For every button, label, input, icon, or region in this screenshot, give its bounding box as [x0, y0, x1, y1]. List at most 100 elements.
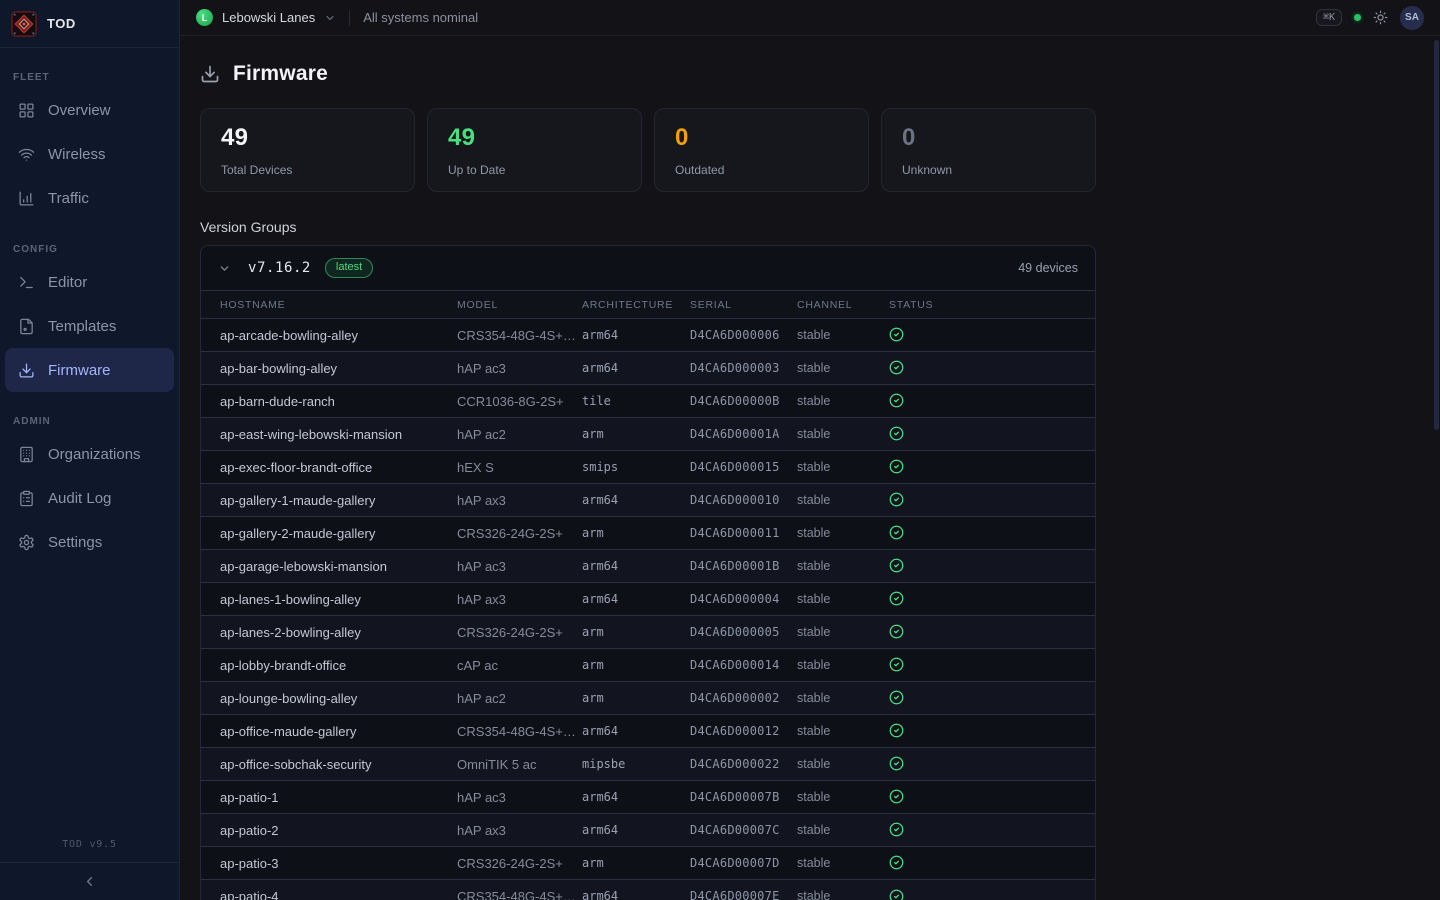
table-row[interactable]: ap-patio-3CRS326-24G-2S+armD4CA6D00007Ds… — [201, 847, 1095, 880]
table-row[interactable]: ap-lobby-brandt-officecAP acarmD4CA6D000… — [201, 649, 1095, 682]
topbar-divider — [349, 10, 350, 26]
cell-serial: D4CA6D000012 — [690, 715, 797, 748]
sidebar-item-templates[interactable]: Templates — [5, 304, 174, 348]
table-row[interactable]: ap-bar-bowling-alleyhAP ac3arm64D4CA6D00… — [201, 352, 1095, 385]
cell-status — [889, 814, 1095, 847]
sidebar-item-audit-log[interactable]: Audit Log — [5, 476, 174, 520]
table-row[interactable]: ap-gallery-1-maude-galleryhAP ax3arm64D4… — [201, 484, 1095, 517]
wifi-icon — [18, 146, 35, 163]
table-row[interactable]: ap-patio-4CRS354-48G-4S+…arm64D4CA6D0000… — [201, 880, 1095, 900]
sidebar-item-overview[interactable]: Overview — [5, 88, 174, 132]
table-row[interactable]: ap-patio-2hAP ax3arm64D4CA6D00007Cstable — [201, 814, 1095, 847]
cell-status — [889, 385, 1095, 418]
cell-architecture: arm — [582, 418, 690, 451]
cell-hostname: ap-lounge-bowling-alley — [201, 682, 457, 715]
user-avatar[interactable]: SA — [1400, 6, 1424, 30]
cell-architecture: arm — [582, 616, 690, 649]
cell-serial: D4CA6D000004 — [690, 583, 797, 616]
table-row[interactable]: ap-east-wing-lebowski-mansionhAP ac2armD… — [201, 418, 1095, 451]
table-row[interactable]: ap-exec-floor-brandt-officehEX SsmipsD4C… — [201, 451, 1095, 484]
table-row[interactable]: ap-lounge-bowling-alleyhAP ac2armD4CA6D0… — [201, 682, 1095, 715]
cell-model: cAP ac — [457, 649, 582, 682]
health-dot — [1354, 14, 1361, 21]
cell-status — [889, 484, 1095, 517]
vertical-scrollbar[interactable] — [1434, 40, 1439, 430]
cell-channel: stable — [797, 748, 889, 781]
sun-icon[interactable] — [1373, 10, 1388, 25]
table-row[interactable]: ap-lanes-2-bowling-alleyCRS326-24G-2S+ar… — [201, 616, 1095, 649]
section-title: Version Groups — [200, 219, 1096, 235]
cell-model: CRS326-24G-2S+ — [457, 847, 582, 880]
cell-serial: D4CA6D00007C — [690, 814, 797, 847]
cell-architecture: smips — [582, 451, 690, 484]
topbar: L Lebowski Lanes All systems nominal ⌘K … — [180, 0, 1440, 36]
cell-status — [889, 682, 1095, 715]
sidebar-item-label: Organizations — [48, 446, 141, 463]
cell-architecture: arm64 — [582, 880, 690, 900]
cell-architecture: arm — [582, 517, 690, 550]
cell-hostname: ap-patio-3 — [201, 847, 457, 880]
table-row[interactable]: ap-patio-1hAP ac3arm64D4CA6D00007Bstable — [201, 781, 1095, 814]
cell-model: CRS354-48G-4S+… — [457, 319, 582, 352]
cell-hostname: ap-arcade-bowling-alley — [201, 319, 457, 352]
cell-hostname: ap-lanes-1-bowling-alley — [201, 583, 457, 616]
org-name: Lebowski Lanes — [222, 10, 315, 25]
check-circle-icon — [889, 591, 904, 606]
sidebar-collapse-button[interactable] — [0, 862, 179, 900]
cell-channel: stable — [797, 583, 889, 616]
table-row[interactable]: ap-lanes-1-bowling-alleyhAP ax3arm64D4CA… — [201, 583, 1095, 616]
page-heading: Firmware — [200, 62, 1096, 86]
brand-name: TOD — [47, 16, 76, 31]
sidebar-footer: TOD v9.5 — [0, 833, 179, 900]
cell-model: hAP ac3 — [457, 352, 582, 385]
cell-channel: stable — [797, 847, 889, 880]
cell-status — [889, 649, 1095, 682]
check-circle-icon — [889, 360, 904, 375]
stat-label: Unknown — [902, 163, 1075, 177]
cell-serial: D4CA6D000005 — [690, 616, 797, 649]
cell-model: CRS326-24G-2S+ — [457, 616, 582, 649]
cell-architecture: arm — [582, 682, 690, 715]
sidebar-item-editor[interactable]: Editor — [5, 260, 174, 304]
check-circle-icon — [889, 426, 904, 441]
cell-channel: stable — [797, 352, 889, 385]
cell-serial: D4CA6D00001A — [690, 418, 797, 451]
table-row[interactable]: ap-office-sobchak-securityOmniTIK 5 acmi… — [201, 748, 1095, 781]
check-circle-icon — [889, 789, 904, 804]
cell-hostname: ap-gallery-2-maude-gallery — [201, 517, 457, 550]
table-row[interactable]: ap-garage-lebowski-mansionhAP ac3arm64D4… — [201, 550, 1095, 583]
cell-architecture: tile — [582, 385, 690, 418]
table-row[interactable]: ap-arcade-bowling-alleyCRS354-48G-4S+…ar… — [201, 319, 1095, 352]
stat-card-unknown: 0 Unknown — [881, 108, 1096, 192]
sidebar-header: TOD — [0, 0, 179, 48]
sidebar-item-firmware[interactable]: Firmware — [5, 348, 174, 392]
table-row[interactable]: ap-office-maude-galleryCRS354-48G-4S+…ar… — [201, 715, 1095, 748]
col-hostname: HOSTNAME — [201, 291, 457, 319]
cell-model: CRS354-48G-4S+… — [457, 880, 582, 900]
version-group-card: v7.16.2 latest 49 devices HOSTNAME MODEL… — [200, 245, 1096, 900]
col-channel: CHANNEL — [797, 291, 889, 319]
sidebar: TOD FLEETOverviewWirelessTrafficCONFIGEd… — [0, 0, 180, 900]
cell-architecture: arm64 — [582, 781, 690, 814]
stat-card-total-devices: 49Total Devices — [200, 108, 415, 192]
sidebar-item-wireless[interactable]: Wireless — [5, 132, 174, 176]
sidebar-item-traffic[interactable]: Traffic — [5, 176, 174, 220]
cell-architecture: arm64 — [582, 583, 690, 616]
cell-hostname: ap-lanes-2-bowling-alley — [201, 616, 457, 649]
cell-serial: D4CA6D00007D — [690, 847, 797, 880]
table-row[interactable]: ap-gallery-2-maude-galleryCRS326-24G-2S+… — [201, 517, 1095, 550]
cell-architecture: arm64 — [582, 715, 690, 748]
table-row[interactable]: ap-barn-dude-ranchCCR1036-8G-2S+tileD4CA… — [201, 385, 1095, 418]
stat-value: 0 — [902, 124, 1075, 152]
command-palette-shortcut[interactable]: ⌘K — [1316, 9, 1342, 26]
org-switcher[interactable]: L Lebowski Lanes — [196, 9, 336, 26]
cell-hostname: ap-office-maude-gallery — [201, 715, 457, 748]
sidebar-item-organizations[interactable]: Organizations — [5, 432, 174, 476]
stat-label: Outdated — [675, 163, 848, 177]
cell-status — [889, 781, 1095, 814]
version-group-header[interactable]: v7.16.2 latest 49 devices — [201, 246, 1095, 290]
cell-hostname: ap-patio-2 — [201, 814, 457, 847]
building-icon — [18, 446, 35, 463]
cell-status — [889, 880, 1095, 900]
sidebar-item-settings[interactable]: Settings — [5, 520, 174, 564]
